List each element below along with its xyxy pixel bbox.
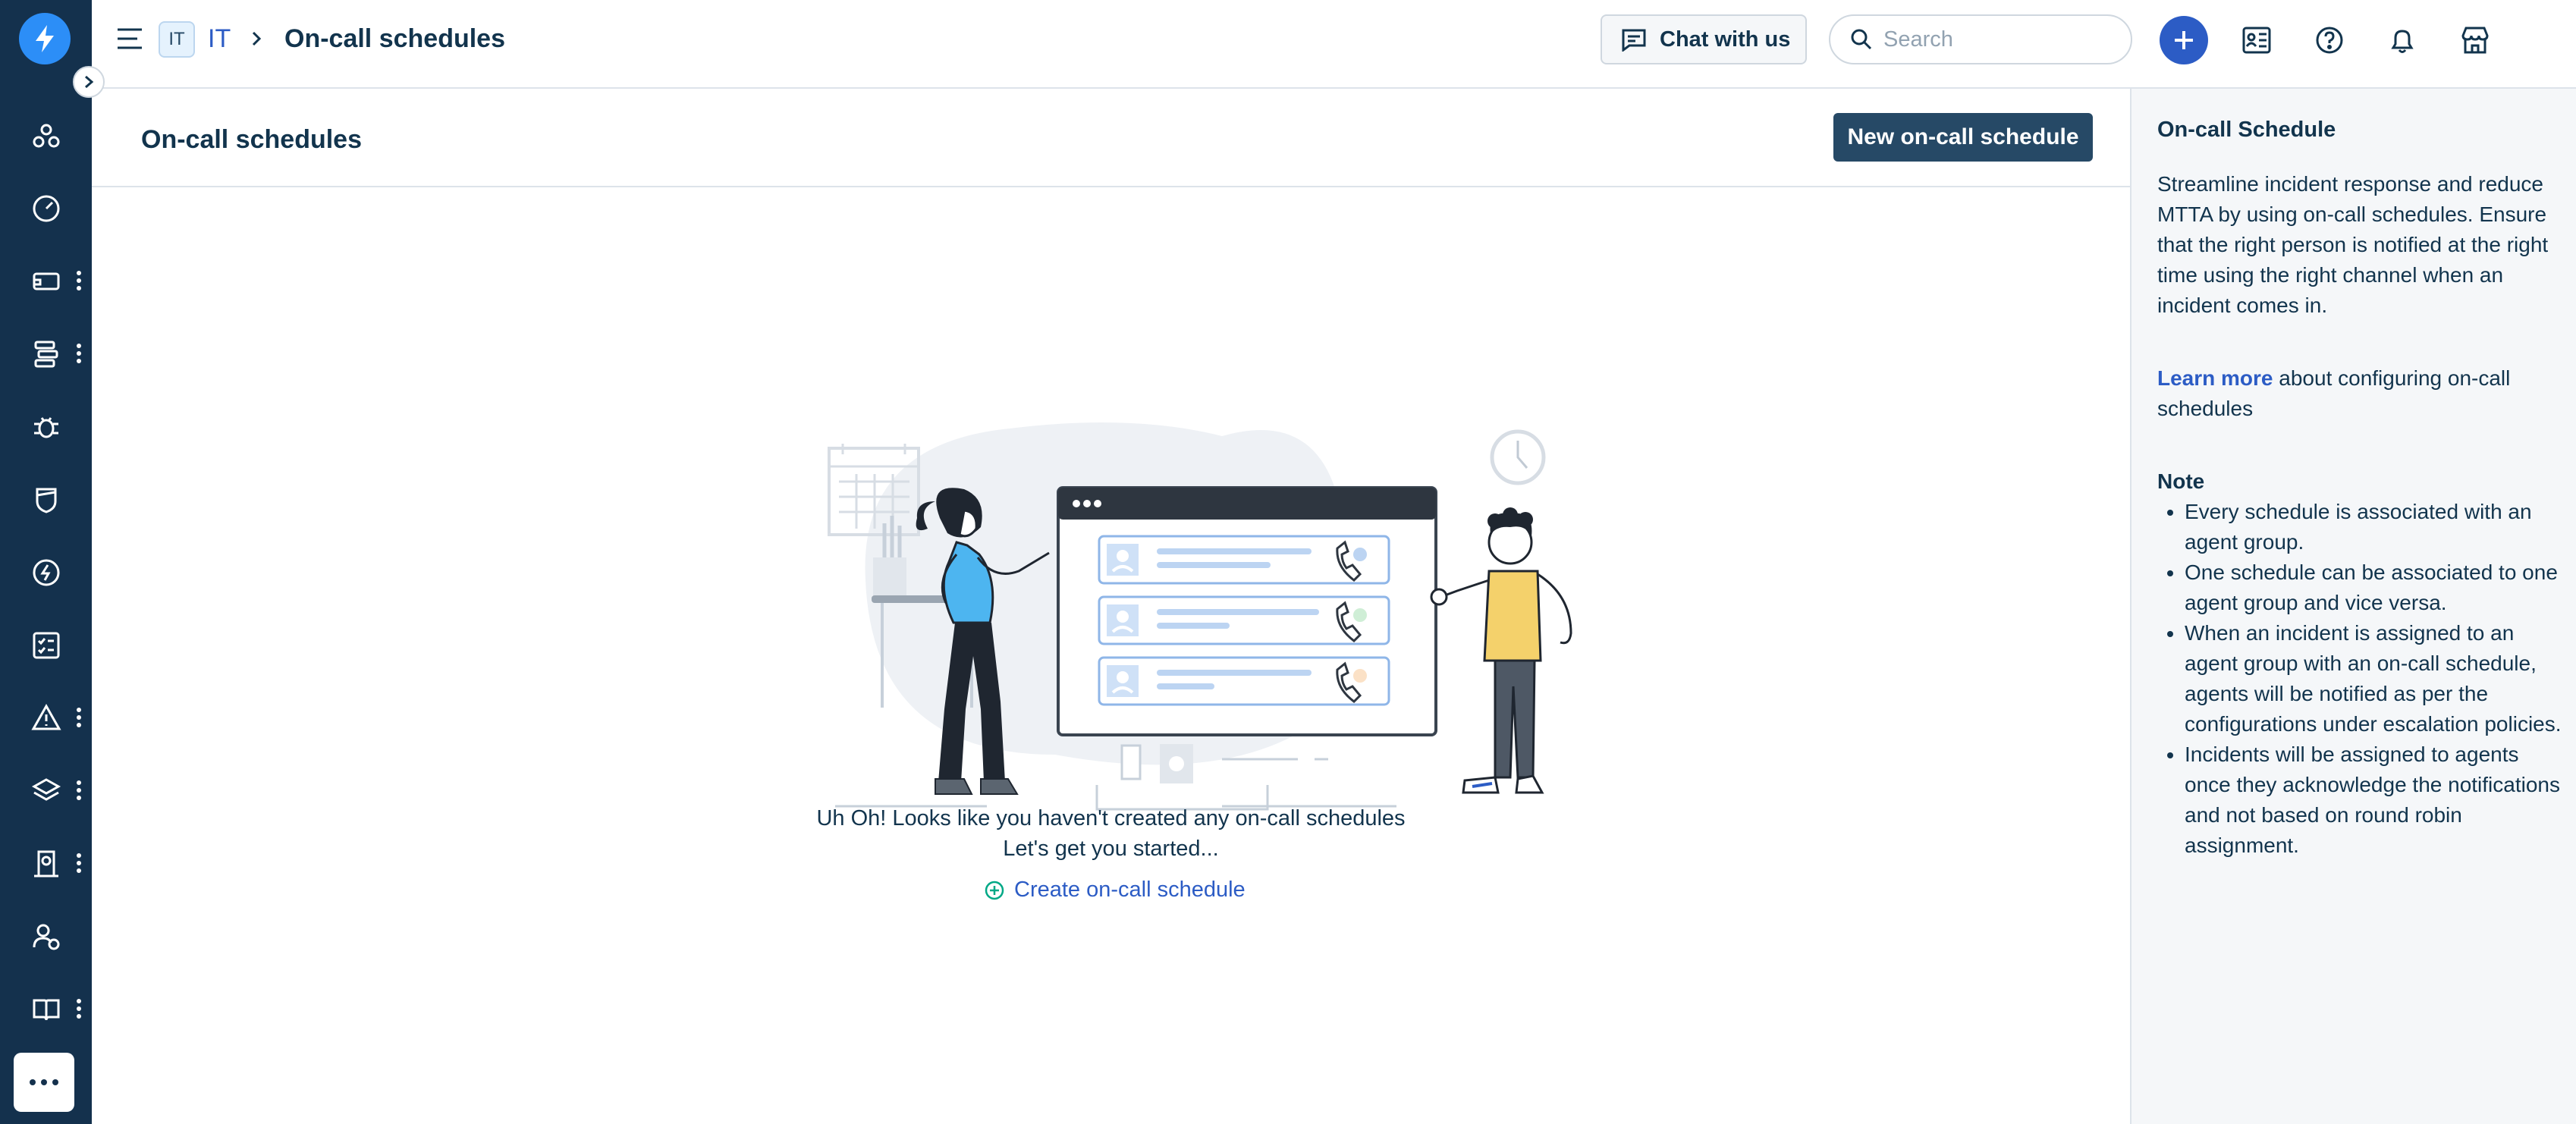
rail-item-alerts[interactable] (0, 684, 92, 752)
bug-icon (33, 417, 58, 438)
breadcrumb-chevron-icon (252, 31, 262, 46)
dashboard-icon (33, 195, 59, 222)
main-content: On-call schedules New on-call schedule U… (92, 89, 2130, 1124)
rail-item-menu-icon[interactable] (76, 343, 82, 364)
rail-item-users[interactable] (0, 903, 92, 971)
plus-icon (2175, 31, 2193, 49)
rail-item-knowledge[interactable] (0, 975, 92, 1044)
more-apps-button[interactable] (14, 1053, 74, 1112)
tickets-icon (33, 272, 59, 290)
contacts-hub-icon (33, 124, 59, 148)
breadcrumb-current: On-call schedules (284, 24, 505, 53)
plus-circle-icon (985, 881, 1004, 900)
search-icon (1851, 29, 1872, 50)
note-item: One schedule can be associated to one ag… (2185, 557, 2568, 618)
bell-icon (2391, 30, 2414, 53)
help-panel: On-call Schedule Streamline incident res… (2130, 89, 2576, 1124)
learn-more-link[interactable]: Learn more (2157, 366, 2273, 390)
chevron-right-icon (85, 75, 94, 89)
service-catalog-button[interactable] (2232, 16, 2281, 64)
rail-item-assets[interactable] (0, 757, 92, 825)
help-description: Streamline incident response and reduce … (2157, 172, 2549, 317)
rail-item-menu-icon[interactable] (76, 998, 82, 1019)
layers-icon (31, 778, 61, 801)
marketplace-button[interactable] (2451, 16, 2499, 64)
chat-with-us-button[interactable]: Chat with us (1601, 14, 1807, 64)
left-navigation-rail (0, 0, 92, 1124)
rail-item-menu-icon[interactable] (76, 780, 82, 801)
rail-item-menu-icon[interactable] (76, 270, 82, 291)
note-item: Every schedule is associated with an age… (2185, 497, 2568, 557)
create-on-call-schedule-link[interactable]: Create on-call schedule (984, 878, 1246, 903)
rail-item-tasks[interactable] (0, 611, 92, 680)
page-header: On-call schedules New on-call schedule (92, 89, 2130, 187)
chat-icon (1622, 29, 1646, 52)
hamburger-menu-icon[interactable] (115, 25, 145, 52)
new-on-call-schedule-button[interactable]: New on-call schedule (1833, 113, 2093, 162)
store-icon (2461, 27, 2489, 54)
search-input[interactable] (1883, 27, 2111, 52)
help-button[interactable] (2305, 16, 2354, 64)
note-item: When an incident is assigned to an agent… (2185, 618, 2568, 739)
workspace-name-link[interactable]: IT (208, 24, 231, 54)
alert-icon (30, 703, 61, 730)
note-list: Every schedule is associated with an age… (2157, 497, 2568, 861)
rail-item-problems[interactable] (0, 393, 92, 461)
rail-item-security[interactable] (0, 466, 92, 534)
workspace-badge[interactable]: IT (159, 21, 195, 58)
book-icon (33, 999, 59, 1021)
empty-state-submessage: Let's get you started... (1003, 837, 1219, 861)
global-search[interactable] (1829, 14, 2132, 64)
rail-item-workflow[interactable] (0, 320, 92, 388)
rail-item-dashboard[interactable] (0, 174, 92, 243)
chat-with-us-label: Chat with us (1660, 27, 1791, 52)
page-title: On-call schedules (141, 125, 362, 154)
app-logo-icon[interactable] (19, 13, 71, 64)
changes-icon (33, 559, 59, 586)
note-title: Note (2157, 469, 2205, 493)
rail-item-changes[interactable] (0, 538, 92, 607)
quick-create-button[interactable] (2160, 16, 2208, 64)
help-learn-more: Learn more about configuring on-call sch… (2157, 363, 2568, 424)
help-title: On-call Schedule (2157, 118, 2336, 142)
create-on-call-schedule-label: Create on-call schedule (1014, 878, 1246, 902)
help-icon (2316, 27, 2343, 54)
note-item: Incidents will be assigned to agents onc… (2185, 739, 2568, 861)
checklist-icon (33, 632, 59, 659)
rail-item-menu-icon[interactable] (76, 852, 82, 874)
shield-icon (36, 488, 56, 513)
more-horizontal-icon (30, 1079, 58, 1085)
empty-state-message: Uh Oh! Looks like you haven't created an… (816, 806, 1406, 830)
rail-item-inbox[interactable] (0, 830, 92, 898)
workflow-icon (34, 341, 58, 368)
empty-state-illustration (828, 422, 1572, 811)
rail-item-contacts[interactable] (0, 102, 92, 170)
catalog-icon (2242, 27, 2271, 54)
inbox-icon (33, 850, 58, 878)
expand-sidebar-button[interactable] (73, 66, 105, 98)
users-icon (33, 924, 59, 950)
notifications-button[interactable] (2378, 16, 2427, 64)
top-header: IT IT On-call schedules Chat with us B (92, 0, 2576, 89)
rail-item-tickets[interactable] (0, 247, 92, 316)
rail-item-menu-icon[interactable] (76, 707, 82, 728)
